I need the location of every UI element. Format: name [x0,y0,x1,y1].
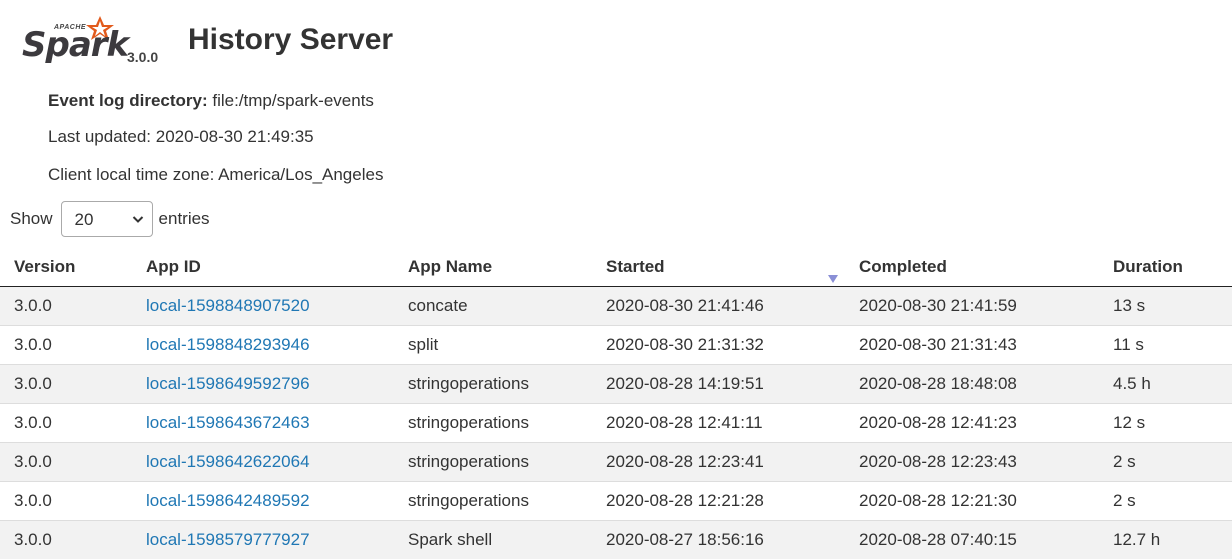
cell-started: 2020-08-30 21:41:46 [592,286,845,326]
cell-app-id: local-1598642489592 [132,481,394,521]
cell-version: 3.0.0 [0,364,132,404]
cell-app-name: stringoperations [394,364,592,404]
cell-completed: 2020-08-28 12:41:23 [845,403,1099,443]
cell-app-name: Spark shell [394,520,592,559]
app-id-link[interactable]: local-1598579777927 [146,530,310,549]
cell-duration: 11 s [1099,325,1232,365]
entries-suffix: entries [158,209,210,228]
column-header-duration[interactable]: Duration [1099,248,1232,287]
cell-duration: 2 s [1099,442,1232,482]
cell-completed: 2020-08-28 07:40:15 [845,520,1099,559]
cell-app-name: concate [394,286,592,326]
event-log-directory: Event log directory: file:/tmp/spark-eve… [48,91,374,111]
spark-version: 3.0.0 [127,49,159,65]
column-header-app-name[interactable]: App Name [394,248,592,287]
cell-version: 3.0.0 [0,286,132,326]
cell-version: 3.0.0 [0,442,132,482]
cell-completed: 2020-08-30 21:41:59 [845,286,1099,326]
table-row: 3.0.0 local-1598643672463 stringoperatio… [0,403,1232,443]
last-updated: Last updated: 2020-08-30 21:49:35 [48,127,314,146]
cell-app-name: stringoperations [394,481,592,521]
event-log-label: Event log directory: [48,91,208,110]
sort-descending-icon [828,275,838,283]
cell-completed: 2020-08-28 12:21:30 [845,481,1099,521]
table-row: 3.0.0 local-1598848907520 concate 2020-0… [0,286,1232,326]
column-header-completed[interactable]: Completed [845,248,1099,287]
cell-version: 3.0.0 [0,325,132,365]
table-header-row: Version App ID App Name Started Complete… [0,248,1232,287]
cell-completed: 2020-08-30 21:31:43 [845,325,1099,365]
cell-app-name: stringoperations [394,403,592,443]
cell-started: 2020-08-28 14:19:51 [592,364,845,404]
cell-app-name: stringoperations [394,442,592,482]
cell-version: 3.0.0 [0,481,132,521]
client-timezone: Client local time zone: America/Los_Ange… [48,165,384,184]
cell-duration: 13 s [1099,286,1232,326]
column-header-started[interactable]: Started [592,248,845,287]
app-id-link[interactable]: local-1598848293946 [146,335,310,354]
column-header-app-id[interactable]: App ID [132,248,394,287]
table-row: 3.0.0 local-1598649592796 stringoperatio… [0,364,1232,404]
entries-select[interactable]: 20 [60,201,153,237]
cell-started: 2020-08-28 12:21:28 [592,481,845,521]
cell-duration: 2 s [1099,481,1232,521]
cell-started: 2020-08-30 21:31:32 [592,325,845,365]
entries-select-value: 20 [74,210,94,229]
table-row: 3.0.0 local-1598848293946 split 2020-08-… [0,325,1232,365]
cell-version: 3.0.0 [0,520,132,559]
cell-app-name: split [394,325,592,365]
cell-app-id: local-1598649592796 [132,364,394,404]
cell-app-id: local-1598642622064 [132,442,394,482]
column-header-started-label: Started [606,257,665,276]
cell-started: 2020-08-28 12:41:11 [592,403,845,443]
cell-app-id: local-1598848293946 [132,325,394,365]
event-log-value: file:/tmp/spark-events [212,91,374,110]
table-row: 3.0.0 local-1598579777927 Spark shell 20… [0,520,1232,559]
cell-app-id: local-1598643672463 [132,403,394,443]
logo-spark-text: Spark [22,25,129,65]
show-entries-control: Show 20 entries [10,200,210,238]
app-id-link[interactable]: local-1598848907520 [146,296,310,315]
cell-duration: 12.7 h [1099,520,1232,559]
spark-logo[interactable]: APACHE Spark [20,12,129,66]
cell-started: 2020-08-27 18:56:16 [592,520,845,559]
history-server-page: APACHE Spark 3.0.0 History Server Event … [0,0,1232,560]
app-id-link[interactable]: local-1598642622064 [146,452,310,471]
show-label: Show [10,209,53,228]
app-id-link[interactable]: local-1598649592796 [146,374,310,393]
table-row: 3.0.0 local-1598642489592 stringoperatio… [0,481,1232,521]
cell-completed: 2020-08-28 12:23:43 [845,442,1099,482]
cell-duration: 4.5 h [1099,364,1232,404]
cell-app-id: local-1598579777927 [132,520,394,559]
cell-version: 3.0.0 [0,403,132,443]
app-id-link[interactable]: local-1598642489592 [146,491,310,510]
app-id-link[interactable]: local-1598643672463 [146,413,310,432]
cell-duration: 12 s [1099,403,1232,443]
cell-completed: 2020-08-28 18:48:08 [845,364,1099,404]
chevron-down-icon [132,216,143,223]
cell-app-id: local-1598848907520 [132,286,394,326]
applications-table: Version App ID App Name Started Complete… [0,248,1232,559]
column-header-version[interactable]: Version [0,248,132,287]
cell-started: 2020-08-28 12:23:41 [592,442,845,482]
table-row: 3.0.0 local-1598642622064 stringoperatio… [0,442,1232,482]
page-title: History Server [188,23,394,56]
